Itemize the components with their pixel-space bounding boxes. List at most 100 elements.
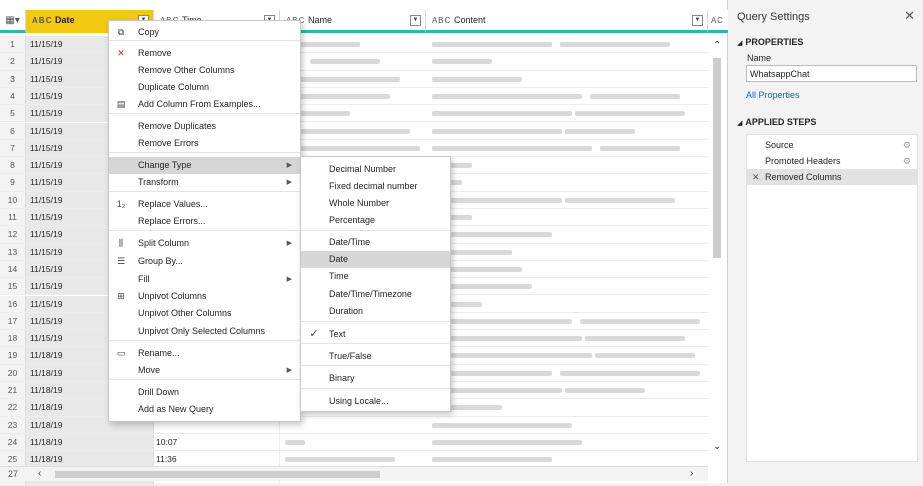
delete-step-icon[interactable]: ✕ <box>752 169 760 185</box>
redacted-cell <box>285 457 395 463</box>
menu-item-drill-down[interactable]: Drill Down <box>109 384 300 401</box>
redacted-cell <box>595 353 695 359</box>
applied-steps-list: Source ⚙ Promoted Headers ⚙ ✕ Removed Columns <box>746 134 918 462</box>
column-header-name[interactable]: A B C Name ▼ <box>280 10 426 33</box>
type-option-time[interactable]: Time <box>301 268 450 285</box>
vertical-scrollbar[interactable]: ⌃ ⌄ <box>710 36 724 464</box>
filter-dropdown-icon[interactable]: ▼ <box>410 15 421 26</box>
applied-step-source[interactable]: Source ⚙ <box>747 137 917 153</box>
menu-item-remove-errors[interactable]: Remove Errors <box>109 135 300 152</box>
type-option-fixed-decimal-number[interactable]: Fixed decimal number <box>301 178 450 195</box>
properties-section-header[interactable]: ◢ PROPERTIES <box>737 37 803 47</box>
query-name-input[interactable] <box>746 65 917 82</box>
type-option-whole-number[interactable]: Whole Number <box>301 195 450 212</box>
menu-item-unpivot-columns[interactable]: ⊞ Unpivot Columns <box>109 288 300 305</box>
redacted-cell <box>432 422 572 428</box>
table-row[interactable]: 3 11/15/19 <box>0 70 708 88</box>
row-number: 1 <box>0 36 26 53</box>
text-type-icon[interactable]: A B C <box>32 16 51 25</box>
menu-item-rename[interactable]: ▭ Rename... <box>109 345 300 362</box>
text-type-icon[interactable]: A B C <box>432 16 450 25</box>
type-option-duration[interactable]: Duration <box>301 303 450 320</box>
scroll-thumb[interactable] <box>713 58 721 258</box>
applied-step-removed-columns[interactable]: ✕ Removed Columns <box>747 169 917 185</box>
table-row[interactable]: 23 11/18/19 <box>0 416 708 434</box>
filter-dropdown-icon[interactable]: ▼ <box>692 15 703 26</box>
column-header-label: Name <box>307 15 332 25</box>
type-option-percentage[interactable]: Percentage <box>301 212 450 229</box>
row-number: 22 <box>0 399 26 416</box>
menu-item-add-as-new-query[interactable]: Add as New Query <box>109 401 300 418</box>
type-option-text[interactable]: ✓ Text <box>301 326 450 343</box>
column-header-extra[interactable]: A C <box>708 10 728 33</box>
menu-item-add-column-from-examples[interactable]: ▤ Add Column From Examples... <box>109 96 300 113</box>
horizontal-scrollbar[interactable]: 27 ‹ › <box>0 466 708 481</box>
redacted-cell <box>600 145 680 151</box>
redacted-cell <box>432 197 562 203</box>
all-properties-link[interactable]: All Properties <box>746 90 800 100</box>
table-menu-button[interactable]: ▦▾ <box>0 10 26 33</box>
menu-item-duplicate-column[interactable]: Duplicate Column <box>109 79 300 96</box>
table-row[interactable]: 2 11/15/19 <box>0 53 708 71</box>
type-option-decimal-number[interactable]: Decimal Number <box>301 161 450 178</box>
row-number: 6 <box>0 122 26 139</box>
menu-item-unpivot-other-columns[interactable]: Unpivot Other Columns <box>109 305 300 322</box>
table-row[interactable]: 4 11/15/19 <box>0 87 708 106</box>
gear-icon[interactable]: ⚙ <box>903 153 911 169</box>
menu-item-split-column[interactable]: ⫼ Split Column ▶ <box>109 235 300 252</box>
menu-separator <box>109 152 300 153</box>
type-option-date-time-timezone[interactable]: Date/Time/Timezone <box>301 286 450 303</box>
table-row[interactable]: 5 11/15/19 <box>0 105 708 123</box>
table-row[interactable]: 24 11/18/19 10:07 <box>0 433 708 452</box>
menu-item-copy[interactable]: ⧉ Copy <box>109 24 300 41</box>
applied-steps-section-header[interactable]: ◢ APPLIED STEPS <box>737 117 816 127</box>
time-cell[interactable]: 10:07 <box>154 433 280 451</box>
gear-icon[interactable]: ⚙ <box>903 137 911 153</box>
type-option-using-locale[interactable]: Using Locale... <box>301 393 450 410</box>
submenu-arrow-icon: ▶ <box>286 162 292 169</box>
menu-separator <box>301 365 450 366</box>
row-number: 7 <box>0 139 26 157</box>
menu-item-transform[interactable]: Transform ▶ <box>109 174 300 191</box>
menu-item-move[interactable]: Move ▶ <box>109 362 300 379</box>
row-number: 23 <box>0 416 26 433</box>
menu-item-group-by[interactable]: ☰ Group By... <box>109 253 300 270</box>
redacted-cell <box>432 42 552 47</box>
type-option-date-time[interactable]: Date/Time <box>301 234 450 251</box>
row-number: 11 <box>0 209 26 226</box>
table-row[interactable]: 1 11/15/19 <box>0 36 708 54</box>
menu-item-remove-duplicates[interactable]: Remove Duplicates <box>109 118 300 135</box>
menu-separator <box>301 343 450 344</box>
column-header-content[interactable]: A B C Content ▼ <box>426 10 708 33</box>
submenu-arrow-icon: ▶ <box>286 276 292 283</box>
menu-item-remove[interactable]: ✕ Remove <box>109 45 300 62</box>
table-row[interactable]: 7 11/15/19 <box>0 139 708 158</box>
close-icon[interactable]: ✕ <box>904 8 915 24</box>
replace-values-icon: 1₂ <box>116 199 126 209</box>
menu-item-change-type[interactable]: Change Type ▶ <box>109 157 300 174</box>
chevron-left-icon[interactable]: ‹ <box>38 468 41 479</box>
type-option-date[interactable]: Date <box>301 251 450 268</box>
text-type-icon[interactable]: A C <box>711 16 723 25</box>
type-option-binary[interactable]: Binary <box>301 370 450 387</box>
chevron-up-icon[interactable]: ⌃ <box>713 40 721 51</box>
menu-item-replace-values[interactable]: 1₂ Replace Values... <box>109 196 300 213</box>
redacted-cell <box>432 388 562 393</box>
row-number: 24 <box>0 433 26 451</box>
menu-separator <box>301 321 450 322</box>
type-option-true-false[interactable]: True/False <box>301 348 450 365</box>
chevron-down-icon[interactable]: ⌄ <box>713 441 721 452</box>
redacted-cell <box>575 111 685 117</box>
menu-item-unpivot-only-selected-columns[interactable]: Unpivot Only Selected Columns <box>109 323 300 340</box>
redacted-cell <box>300 42 360 47</box>
menu-item-remove-other-columns[interactable]: Remove Other Columns <box>109 62 300 79</box>
applied-step-promoted-headers[interactable]: Promoted Headers ⚙ <box>747 153 917 169</box>
menu-item-fill[interactable]: Fill ▶ <box>109 271 300 288</box>
menu-item-replace-errors[interactable]: Replace Errors... <box>109 213 300 230</box>
row-number: 21 <box>0 382 26 399</box>
column-context-menu: ⧉ Copy ✕ Remove Remove Other Columns Duplicat… <box>108 20 301 422</box>
table-row[interactable]: 6 11/15/19 <box>0 122 708 140</box>
date-cell[interactable]: 11/18/19 <box>26 433 154 451</box>
scroll-thumb[interactable] <box>55 471 380 478</box>
chevron-right-icon[interactable]: › <box>690 468 693 479</box>
